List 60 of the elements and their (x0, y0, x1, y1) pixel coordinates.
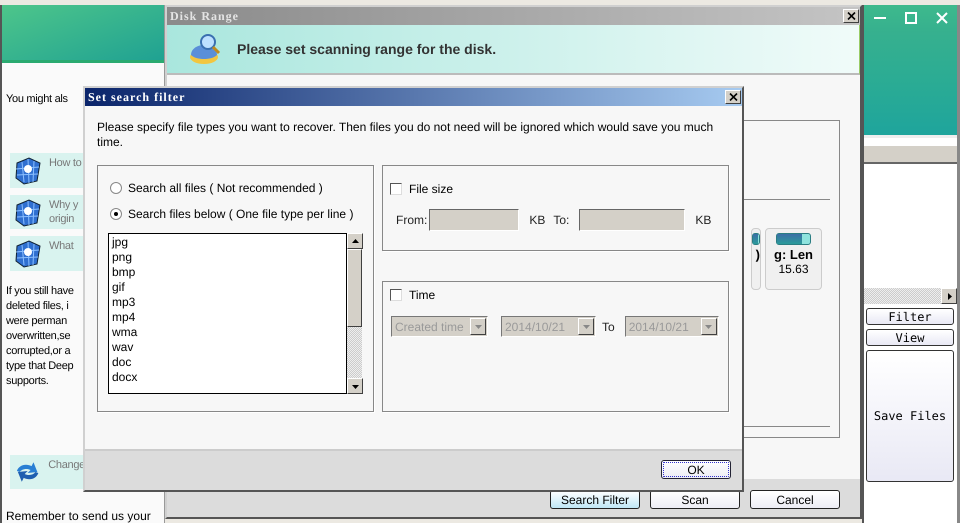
list-item: png (112, 250, 134, 265)
help-link[interactable]: Why y origin (10, 194, 85, 229)
instructions: Please specify file types you want to recover. Then files you do not need will be ignored which would save you much time. (97, 120, 714, 150)
side-button[interactable]: View (866, 329, 954, 346)
drive-size: 15.63 (778, 262, 809, 276)
drive-name: g: Len (774, 247, 813, 262)
help-paragraph: If you still have deleted files, i were perman overwritten,se corrupted,or a type that Deep supports. (6, 284, 74, 388)
list-item: doc (112, 355, 132, 370)
time-checkbox[interactable]: Time (390, 288, 728, 302)
list-item: wma (112, 325, 138, 340)
usage-bar (776, 233, 811, 245)
file-type-list[interactable]: jpg png bmp gif mp3 mp4 wma wav doc docx (108, 233, 347, 394)
help-link[interactable]: How to (10, 153, 85, 188)
footer-text: Remember to send us your (6, 509, 151, 523)
help-icon (13, 238, 43, 268)
help-link[interactable]: What (10, 236, 85, 270)
file-size-checkbox[interactable]: File size (390, 182, 728, 196)
close-icon (846, 12, 856, 20)
side-button[interactable]: Save Files (866, 350, 954, 482)
dropdown-arrow-icon (705, 323, 712, 330)
usage-bar (752, 233, 760, 245)
field-label: From: (396, 213, 428, 227)
banner-text: Please set scanning range for the disk. (237, 41, 496, 57)
drive-card[interactable]: g: Len 15.63 (765, 228, 822, 290)
unit-label: KB (695, 213, 712, 227)
scroll-down-icon (352, 382, 358, 390)
radio-option[interactable]: Search files below ( One file type per line ) (110, 207, 373, 221)
window-title: Set search filter (88, 90, 186, 104)
list-item: mp4 (112, 310, 136, 325)
drive-card[interactable]: ) (751, 228, 761, 290)
field-label: To (602, 320, 615, 334)
window-title: Disk Range (170, 8, 240, 24)
scroll-bar[interactable] (347, 233, 362, 394)
side-button[interactable]: Filter (866, 308, 954, 325)
list-item: gif (112, 280, 126, 295)
close-icon[interactable] (936, 12, 948, 24)
scroll-bar[interactable] (864, 288, 957, 304)
disk-search-icon (189, 33, 223, 65)
help-icon (13, 155, 43, 185)
close-icon (728, 93, 738, 101)
dropdown-arrow-icon (474, 323, 482, 330)
list-item: jpg (112, 235, 130, 250)
close-button[interactable] (725, 90, 741, 104)
ok-button[interactable]: OK (661, 460, 731, 479)
maximize-icon[interactable] (904, 12, 916, 24)
unit-label: KB (529, 213, 546, 227)
close-button[interactable] (843, 9, 859, 23)
field-label: To: (553, 213, 570, 227)
drive-name: ) (756, 247, 760, 262)
list-item: mp3 (112, 295, 136, 310)
list-item: wav (112, 340, 134, 355)
dropdown-arrow-icon (582, 323, 590, 330)
scroll-right-icon (946, 292, 952, 300)
dialog-button[interactable]: Cancel (750, 490, 840, 509)
radio-option[interactable]: Search all files ( Not recommended ) (110, 181, 373, 195)
list-item: bmp (112, 265, 136, 280)
list-item: docx (112, 370, 138, 385)
intro-text: You might als (6, 93, 68, 105)
help-icon (13, 196, 43, 226)
scroll-up-icon (352, 238, 358, 244)
